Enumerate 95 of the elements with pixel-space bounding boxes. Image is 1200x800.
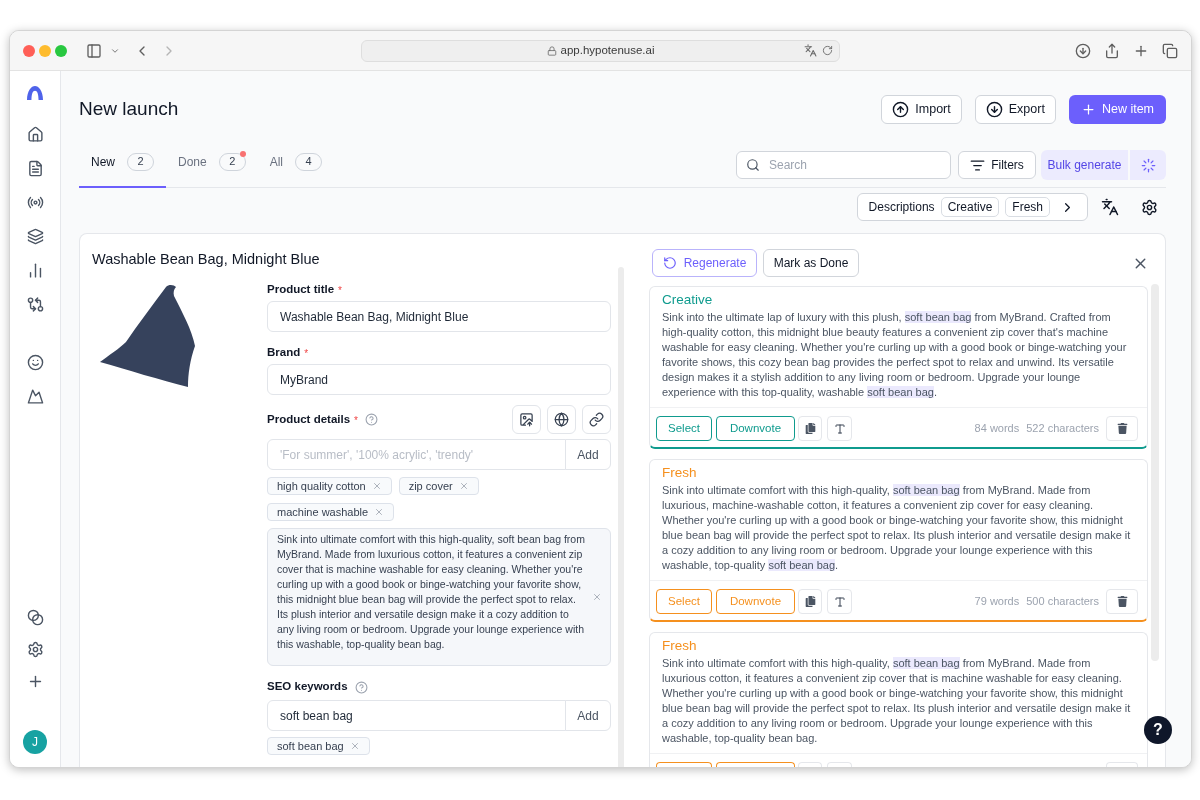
reload-icon[interactable] xyxy=(822,45,833,56)
delete-button[interactable] xyxy=(1106,589,1138,614)
home-icon[interactable] xyxy=(26,126,44,143)
smiley-icon[interactable] xyxy=(26,354,44,371)
copy-icon xyxy=(804,423,816,434)
text-icon xyxy=(833,422,846,435)
sidebar-toggle-icon[interactable] xyxy=(86,42,102,59)
output-type-selector[interactable]: Descriptions Creative Fresh xyxy=(856,193,1088,221)
scrollbar[interactable] xyxy=(618,267,624,767)
card-title: Fresh xyxy=(661,637,698,654)
tag-label: soft bean bag xyxy=(277,738,344,754)
keyword-input[interactable]: 'For summer', '100% acrylic', 'trendy' xyxy=(267,439,566,470)
spinner-icon xyxy=(1140,157,1156,173)
style-chip[interactable]: Creative xyxy=(940,197,1000,217)
field-label: Brand xyxy=(267,345,301,361)
logo-icon[interactable] xyxy=(26,85,44,101)
image-icon xyxy=(519,412,534,427)
trash-icon xyxy=(1116,596,1128,607)
downvote-button[interactable]: Downvote xyxy=(716,416,795,441)
export-button[interactable]: Export xyxy=(974,95,1056,124)
url-text: app.hypotenuse.ai xyxy=(560,42,655,58)
download-icon xyxy=(985,101,1003,118)
field-label: Product details xyxy=(267,411,351,427)
character-count: 522 characters xyxy=(1026,421,1099,437)
tag-label: zip cover xyxy=(408,478,453,494)
tab[interactable]: Done 2 xyxy=(166,146,258,188)
text-input[interactable]: MyBrand xyxy=(267,364,611,395)
overlapping-circles-icon[interactable] xyxy=(26,609,44,626)
plus-icon xyxy=(1080,102,1096,117)
description-text: Sink into the ultimate lap of luxury with this plush, soft bean bag from MyBrand. Crafted from high-quality cotton, this midnight blue beauty features a convenient zip cover that's machine washable for easy cleaning. Whether you're curling up with a good book or binge-watching your favorite shows, this cozy bean bag provides the perfect spot to relax and unwind. Its versatile design makes it a stylish addition to any living room or bedroom. Upgrade your lounge experience with this top-quality, washable soft bean bag. xyxy=(661,310,1128,400)
link-button[interactable] xyxy=(582,405,611,434)
field-label: SEO keywords xyxy=(267,679,348,695)
broadcast-icon[interactable] xyxy=(26,194,44,211)
tab[interactable]: New 2 xyxy=(79,146,166,188)
regenerate-icon xyxy=(662,256,677,270)
translate-icon[interactable] xyxy=(1101,198,1119,216)
mountain-icon[interactable] xyxy=(26,388,44,405)
filters-button[interactable]: Filters xyxy=(958,151,1036,179)
document-icon[interactable] xyxy=(26,160,44,177)
field-label: Product title xyxy=(267,282,335,298)
style-chip[interactable]: Fresh xyxy=(1005,197,1050,217)
download-icon[interactable] xyxy=(1075,42,1091,59)
keyword-input[interactable]: soft bean bag xyxy=(267,700,566,731)
tab[interactable]: All 4 xyxy=(257,146,335,188)
layers-icon[interactable] xyxy=(26,228,44,245)
product-name: Washable Bean Bag, Midnight Blue xyxy=(92,251,321,267)
image-button[interactable] xyxy=(512,405,541,434)
character-count: 500 characters xyxy=(1026,594,1099,610)
settings-icon[interactable] xyxy=(26,641,44,658)
description-text: Sink into ultimate comfort with this high-quality, soft bean bag from MyBrand. Made from luxurious cotton, it features a convenient zip cover that is machine washable for easy cleaning. Whether you're curling up with a good book or binge-watching your favorite show, this midnight blue bean bag will provide the perfect spot to relax. Its plush interior and versatile design make it a cozy addition to any living room or bedroom. Upgrade your lounge experience with this washable, top-quality bean bag. xyxy=(661,656,1132,746)
compare-arrows-icon[interactable] xyxy=(26,296,44,313)
selector-label: Descriptions xyxy=(868,199,935,216)
import-button[interactable]: Import xyxy=(881,95,962,124)
tabs-overview-icon[interactable] xyxy=(1162,42,1178,59)
copy-icon xyxy=(804,596,816,607)
share-icon[interactable] xyxy=(1104,42,1120,59)
search-field[interactable]: Search xyxy=(736,151,951,179)
text-format-button[interactable] xyxy=(827,589,852,614)
lock-icon xyxy=(546,45,557,56)
description-field[interactable] xyxy=(267,528,611,666)
text-icon xyxy=(833,595,846,608)
bulk-generate-button[interactable]: Bulk generate xyxy=(1041,150,1128,180)
add-button[interactable]: Add xyxy=(565,439,611,470)
delete-button[interactable] xyxy=(1106,416,1138,441)
required-mark: * xyxy=(304,347,309,361)
search-icon xyxy=(746,158,760,172)
word-count: 79 words xyxy=(974,594,1020,610)
globe-icon xyxy=(554,412,569,427)
regenerate-button[interactable]: Regenerate xyxy=(652,249,757,277)
text-input[interactable]: Washable Bean Bag, Midnight Blue xyxy=(267,301,611,332)
text-format-button[interactable] xyxy=(827,416,852,441)
link-icon xyxy=(589,412,604,427)
address-bar[interactable]: app.hypotenuse.ai xyxy=(361,39,840,62)
tag-label: machine washable xyxy=(277,504,369,520)
page-title: New launch xyxy=(79,97,179,122)
upload-icon xyxy=(892,101,910,118)
add-button[interactable]: Add xyxy=(565,700,611,731)
tag-label: high quality cotton xyxy=(277,478,366,494)
required-mark: * xyxy=(338,284,342,298)
word-count: 84 words xyxy=(974,421,1020,437)
mark-as-done-button[interactable]: Mark as Done xyxy=(763,249,859,277)
description-text: Sink into ultimate comfort with this high-quality, soft bean bag from MyBrand. Made from luxurious cotton, it features a convenient zip cover that is machine washable for easy cleaning. Whether you're curling up with a good book or binge-watching your favorite show, this midnight blue bean bag will provide the perfect spot to relax. Its plush interior and versatile design make it a cozy addition to any living room or bedroom. Upgrade your lounge experience with this washable, top-quality bean bag. xyxy=(277,532,586,652)
new-item-button[interactable]: New item xyxy=(1068,95,1166,124)
select-button[interactable]: Select xyxy=(656,416,712,441)
copy-button[interactable] xyxy=(798,589,822,614)
settings-icon[interactable] xyxy=(1141,198,1158,216)
filter-icon xyxy=(970,157,986,173)
card-title: Creative xyxy=(661,291,714,308)
description-text: Sink into ultimate comfort with this high-quality, soft bean bag from MyBrand. Made from luxurious, machine-washable cotton, it features a convenient zip cover for easy cleaning. Whether you're curling up with a good book or binge-watching your favorite show, this midnight blue bean bag will provide the perfect spot to relax. Its plush interior and versatile design make it a cozy addition to any living room or bedroom. Upgrade your lounge experience with this washable, top-quality soft bean bag. xyxy=(661,483,1132,573)
required-mark: * xyxy=(354,413,358,428)
trash-icon xyxy=(1116,423,1128,434)
close-window-icon[interactable] xyxy=(23,44,35,57)
web-search-button[interactable] xyxy=(547,405,576,434)
copy-button[interactable] xyxy=(798,416,822,441)
card-title: Fresh xyxy=(661,464,698,481)
